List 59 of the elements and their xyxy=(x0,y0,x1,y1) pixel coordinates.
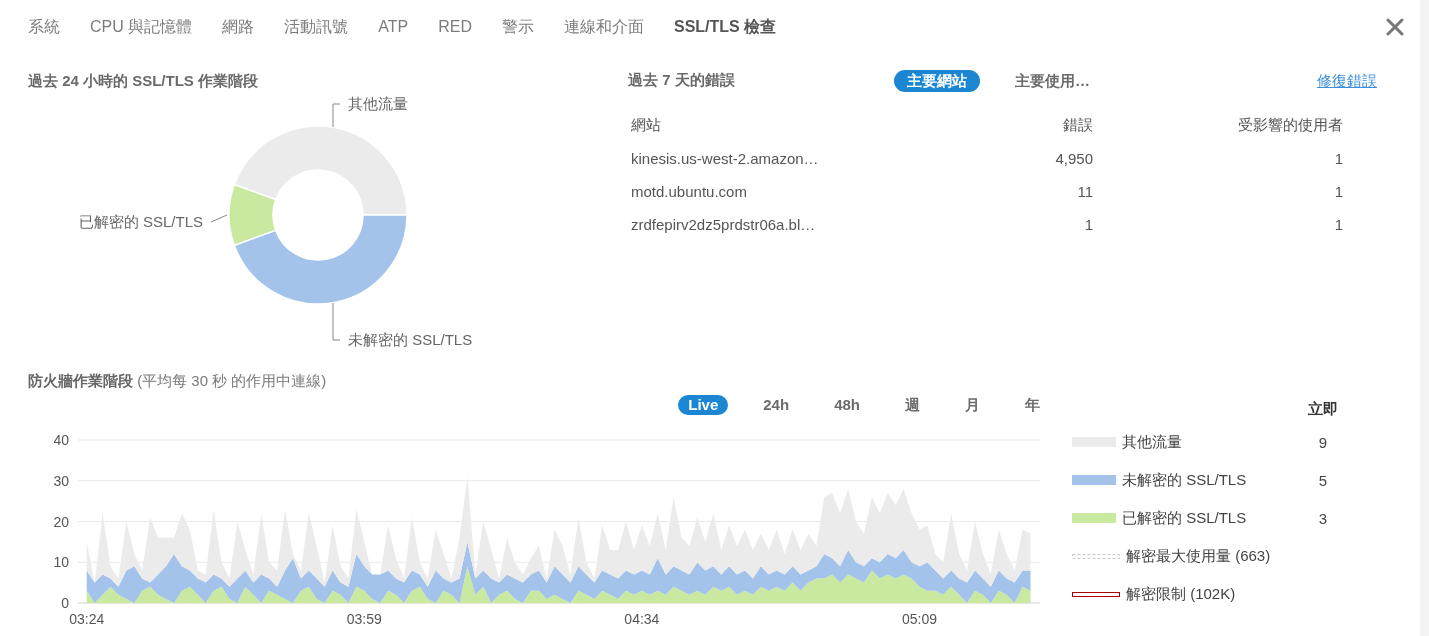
leader-line xyxy=(210,214,228,223)
tab[interactable]: 活動訊號 xyxy=(284,17,349,37)
range-tab[interactable]: 週 xyxy=(895,395,930,415)
table-cell: motd.ubuntu.com xyxy=(631,181,747,202)
leader-line xyxy=(332,302,341,341)
leader-line xyxy=(332,103,341,128)
column-header: 立即 xyxy=(1308,399,1338,419)
tab[interactable]: CPU 與記憶體 xyxy=(90,17,193,37)
slice-label: 已解密的 SSL/TLS xyxy=(78,213,203,230)
view-tab[interactable]: 主要使用… xyxy=(1002,70,1103,92)
range-tab[interactable]: 年 xyxy=(1015,395,1050,415)
table-cell: 11 xyxy=(1077,181,1093,202)
close-button[interactable] xyxy=(1384,16,1406,38)
range-tab[interactable]: 24h xyxy=(753,395,800,415)
close-icon xyxy=(1386,18,1404,36)
tab[interactable]: RED xyxy=(438,17,472,37)
table-cell: 1 xyxy=(1334,181,1343,202)
legend-label: 其他流量 xyxy=(1122,432,1182,452)
tab[interactable]: 網路 xyxy=(222,17,255,37)
section-title: 防火牆作業階段 (平均每 30 秒 的作用中連線) xyxy=(28,371,327,391)
section-title: 過去 7 天的錯誤 xyxy=(628,70,735,90)
column-header: 網站 xyxy=(631,114,661,135)
range-tab[interactable]: 月 xyxy=(955,395,990,415)
legend-label: 已解密的 SSL/TLS xyxy=(1122,508,1247,528)
axis-label: 05:09 xyxy=(901,611,937,627)
tab[interactable]: SSL/TLS 檢查 xyxy=(673,17,777,37)
range-tab[interactable]: 48h xyxy=(824,395,870,415)
axis-label: 40 xyxy=(53,432,69,448)
legend-reading: 9 xyxy=(1318,433,1328,451)
axis-label: 0 xyxy=(61,595,69,611)
table-cell: zrdfepirv2dz5prdstr06a.bl… xyxy=(631,214,816,235)
axis-label: 20 xyxy=(53,513,69,530)
range-tab[interactable]: Live xyxy=(678,395,729,415)
view-tab[interactable]: 主要網站 xyxy=(894,70,980,92)
tab[interactable]: 警示 xyxy=(501,17,534,37)
section-title: 過去 24 小時的 SSL/TLS 作業階段 xyxy=(28,71,259,91)
axis-label: 03:24 xyxy=(69,611,105,627)
table-cell: kinesis.us-west-2.amazon… xyxy=(631,148,819,169)
table-cell: 1 xyxy=(1334,214,1343,235)
fix-errors-link[interactable]: 修復錯誤 xyxy=(1317,71,1377,91)
legend-label: 解密限制 (102K) xyxy=(1126,584,1236,604)
axis-label: 30 xyxy=(53,472,69,489)
column-header: 錯誤 xyxy=(1063,114,1093,135)
axis-label: 03:59 xyxy=(346,611,382,627)
tab[interactable]: 系統 xyxy=(28,17,60,37)
slice-label: 未解密的 SSL/TLS xyxy=(348,331,473,348)
table-cell: 1 xyxy=(1084,214,1093,235)
axis-label: 04:34 xyxy=(624,611,660,627)
tab[interactable]: 連線和介面 xyxy=(563,17,644,37)
legend-label: 解密最大使用量 (663) xyxy=(1126,546,1271,566)
legend-reading: 3 xyxy=(1318,509,1328,527)
column-header: 受影響的使用者 xyxy=(1238,114,1343,135)
slice-label: 其他流量 xyxy=(348,95,408,112)
legend-reading: 5 xyxy=(1318,471,1328,489)
tab[interactable]: ATP xyxy=(378,17,409,37)
legend-label: 未解密的 SSL/TLS xyxy=(1122,470,1247,490)
table-cell: 1 xyxy=(1334,148,1343,169)
table-cell: 4,950 xyxy=(1055,148,1093,169)
axis-label: 10 xyxy=(53,554,69,571)
